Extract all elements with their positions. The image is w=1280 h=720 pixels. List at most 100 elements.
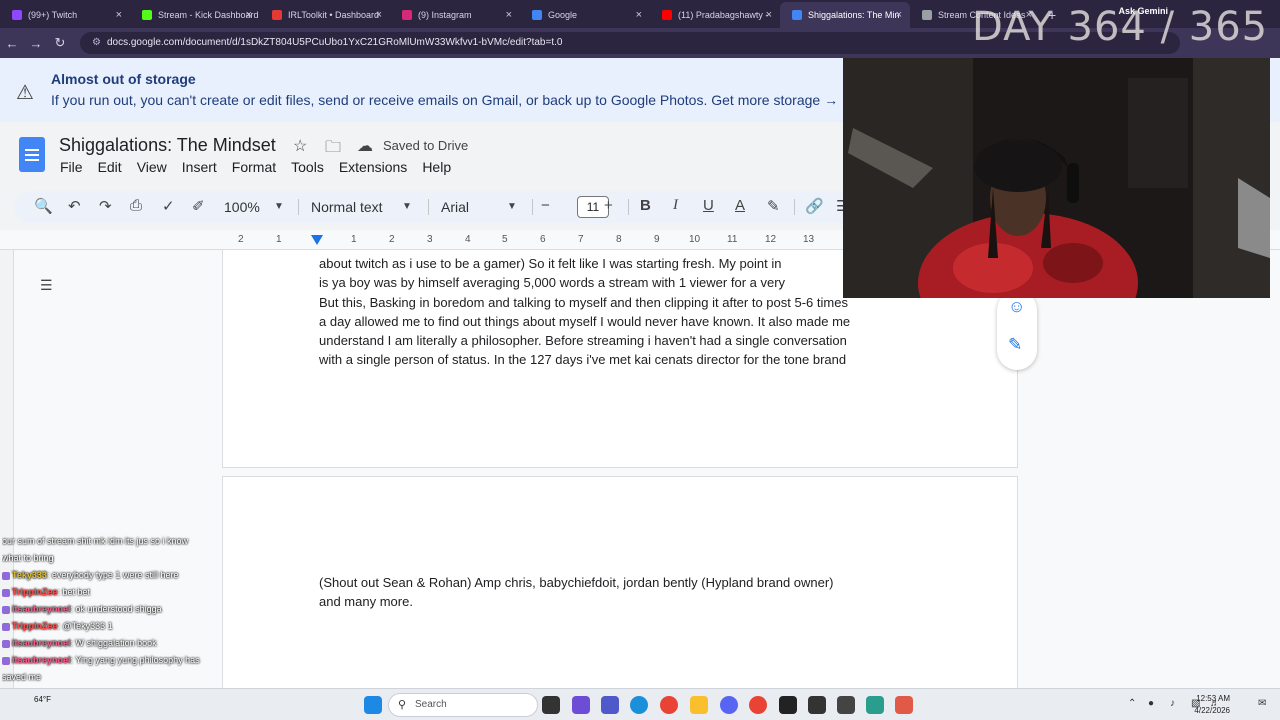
browser-tab[interactable]: IRLToolkit • Dashboard × <box>260 2 390 28</box>
weather-widget[interactable]: 64°F <box>34 695 51 704</box>
menu-item-file[interactable]: File <box>60 159 83 175</box>
browser-tab[interactable]: (99+) Twitch × <box>0 2 130 28</box>
tab-favicon-icon <box>662 10 672 20</box>
chevron-down-icon[interactable]: ▼ <box>402 201 412 212</box>
notepad-icon[interactable] <box>866 696 884 714</box>
teams-icon[interactable] <box>601 696 619 714</box>
text-line[interactable]: with a single person of status. In the 1… <box>319 350 919 369</box>
tab-label: Stream - Kick Dashboard <box>158 10 259 20</box>
insert-link-icon[interactable]: 🔗 <box>805 197 824 215</box>
notifications-icon[interactable]: ✉ <box>1258 698 1266 709</box>
file-explorer-icon[interactable] <box>690 696 708 714</box>
page-2-body[interactable]: (Shout out Sean & Rohan) Amp chris, baby… <box>319 573 919 612</box>
menu-item-tools[interactable]: Tools <box>291 159 324 175</box>
terminal-icon[interactable] <box>808 696 826 714</box>
edge-icon[interactable] <box>630 696 648 714</box>
back-icon[interactable]: ← <box>0 36 24 51</box>
ruler-tick-label: 2 <box>389 234 395 245</box>
text-line[interactable]: is ya boy was by himself averaging 5,000… <box>319 273 919 292</box>
menu-item-help[interactable]: Help <box>422 159 451 175</box>
indent-marker[interactable] <box>311 235 323 245</box>
chevron-up-icon[interactable]: ⌃ <box>1128 698 1136 709</box>
menu-item-format[interactable]: Format <box>232 159 276 175</box>
menu-item-extensions[interactable]: Extensions <box>339 159 407 175</box>
tab-label: IRLToolkit • Dashboard <box>288 10 380 20</box>
star-icon[interactable]: ☆ <box>293 136 307 156</box>
browser-tab[interactable]: (11) Pradabagshawty - × <box>650 2 780 28</box>
text-color-icon[interactable]: A <box>735 197 745 214</box>
app-icon[interactable] <box>837 696 855 714</box>
reload-icon[interactable]: ↻ <box>48 35 72 51</box>
search-menus-icon[interactable]: 🔍 <box>34 197 53 215</box>
forward-icon[interactable]: → <box>24 36 48 51</box>
font-select[interactable]: Arial <box>441 199 469 215</box>
zoom-select[interactable]: 100% <box>224 199 260 215</box>
menu-item-view[interactable]: View <box>137 159 167 175</box>
chevron-down-icon[interactable]: ▼ <box>507 201 517 212</box>
text-line[interactable]: (Shout out Sean & Rohan) Amp chris, baby… <box>319 573 919 592</box>
italic-icon[interactable]: I <box>673 197 678 214</box>
discord-icon[interactable] <box>720 696 738 714</box>
stream-app-icon[interactable] <box>895 696 913 714</box>
highlight-icon[interactable]: ✎ <box>767 197 780 215</box>
document-page[interactable]: (Shout out Sean & Rohan) Amp chris, baby… <box>222 476 1018 696</box>
ruler-tick-label: 6 <box>540 234 546 245</box>
chevron-down-icon[interactable]: ▼ <box>274 201 284 212</box>
menu-item-edit[interactable]: Edit <box>98 159 122 175</box>
close-tab-icon[interactable]: × <box>116 2 122 28</box>
system-clock[interactable]: 12:53 AM 4/22/2026 <box>1194 693 1230 717</box>
chat-badge-icon <box>2 639 10 648</box>
browser-tab[interactable]: Google × <box>520 2 650 28</box>
tab-label: (99+) Twitch <box>28 10 78 20</box>
site-info-icon[interactable]: ⚙ <box>92 37 101 48</box>
close-tab-icon[interactable]: × <box>766 2 772 28</box>
chat-username: Teky333 <box>12 570 47 580</box>
start-icon[interactable] <box>364 696 382 714</box>
paint-format-icon[interactable]: ✐ <box>192 197 205 215</box>
suggest-edits-icon[interactable]: ✎ <box>1008 335 1022 355</box>
text-line[interactable]: about twitch as i use to be a gamer) So … <box>319 254 919 273</box>
clock-date: 4/22/2026 <box>1194 706 1230 715</box>
tab-favicon-icon <box>792 10 802 20</box>
chrome-profile-icon[interactable] <box>749 696 767 714</box>
obs-icon[interactable] <box>779 696 797 714</box>
underline-icon[interactable]: U <box>703 197 714 214</box>
mic-icon[interactable]: ♪ <box>1170 698 1175 709</box>
page-1-body[interactable]: about twitch as i use to be a gamer) So … <box>319 254 919 370</box>
redo-icon[interactable]: ↷ <box>99 197 112 215</box>
browser-tab[interactable]: Shiggalations: The Min × <box>780 2 910 28</box>
banner-message[interactable]: If you run out, you can't create or edit… <box>51 92 838 108</box>
close-tab-icon[interactable]: × <box>376 2 382 28</box>
increase-font-size-icon[interactable]: + <box>604 197 613 214</box>
menu-item-insert[interactable]: Insert <box>182 159 217 175</box>
text-line[interactable]: understand I am literally a philosopher.… <box>319 331 919 350</box>
undo-icon[interactable]: ↶ <box>68 197 81 215</box>
close-tab-icon[interactable]: × <box>636 2 642 28</box>
taskbar-search[interactable]: ⚲ Search <box>388 693 538 717</box>
copilot-icon[interactable] <box>572 696 590 714</box>
divider <box>628 199 629 215</box>
app-tray-icon[interactable]: ● <box>1148 698 1154 709</box>
print-icon[interactable]: ⎙ <box>130 197 142 214</box>
text-line[interactable]: and many more. <box>319 592 919 611</box>
close-tab-icon[interactable]: × <box>896 2 902 28</box>
browser-tab[interactable]: Stream - Kick Dashboard × <box>130 2 260 28</box>
style-select[interactable]: Normal text <box>311 199 383 215</box>
document-title[interactable]: Shiggalations: The Mindset <box>59 135 276 156</box>
decrease-font-size-icon[interactable]: − <box>541 197 550 214</box>
browser-tab[interactable]: (9) Instagram × <box>390 2 520 28</box>
chat-text: everybody type 1 were still here <box>51 570 179 580</box>
bold-icon[interactable]: B <box>640 197 651 214</box>
task-view-icon[interactable] <box>542 696 560 714</box>
close-tab-icon[interactable]: × <box>506 2 512 28</box>
document-outline-icon[interactable]: ☰ <box>40 277 53 294</box>
text-line[interactable]: But this, Basking in boredom and talking… <box>319 293 919 312</box>
spellcheck-icon[interactable]: ✓ <box>162 197 175 215</box>
text-line[interactable]: a day allowed me to find out things abou… <box>319 312 919 331</box>
add-emoji-icon[interactable]: ☺ <box>1008 297 1025 317</box>
chrome-icon[interactable] <box>660 696 678 714</box>
ruler-tick-label: 8 <box>616 234 622 245</box>
docs-logo-icon[interactable] <box>19 137 45 172</box>
close-tab-icon[interactable]: × <box>246 2 252 28</box>
chat-badge-icon <box>2 605 10 614</box>
